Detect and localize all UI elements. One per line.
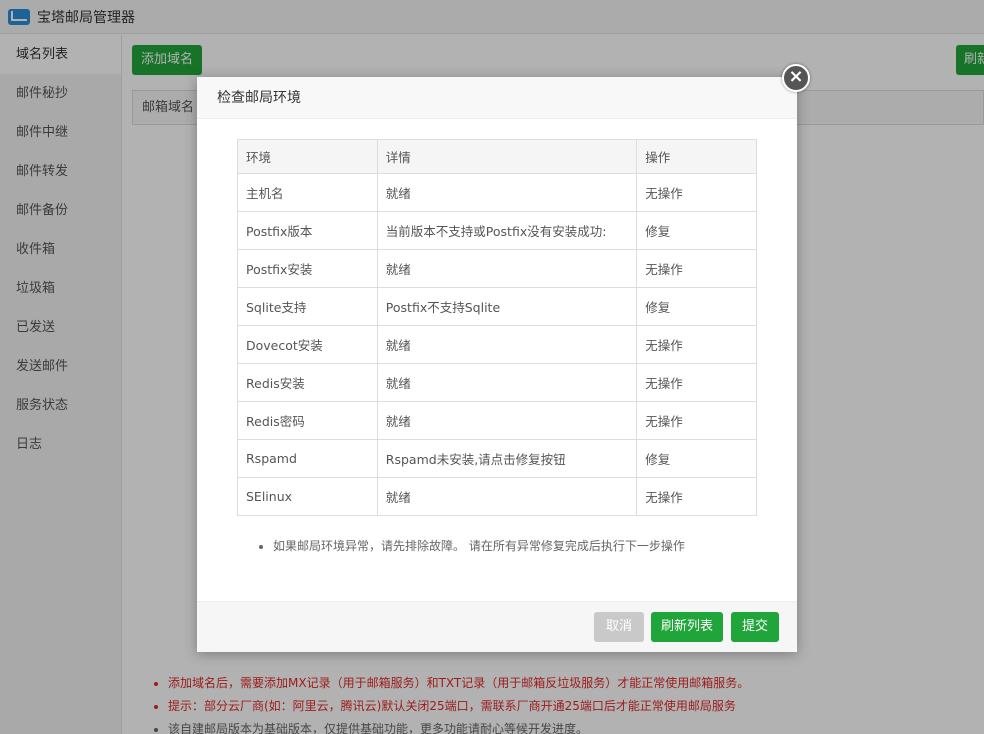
dialog-title: 检查邮局环境 xyxy=(197,77,797,119)
refresh-list-button[interactable]: 刷新列表 xyxy=(651,612,723,642)
table-row: Sqlite支持 Postfix不支持Sqlite 修复 xyxy=(237,287,757,326)
fix-link[interactable]: 修复 xyxy=(636,211,757,250)
env-name: SElinux xyxy=(237,477,378,516)
env-name: Redis密码 xyxy=(237,401,378,440)
env-name: Postfix安装 xyxy=(237,249,378,288)
cancel-button[interactable]: 取消 xyxy=(594,612,644,642)
table-header-row: 环境 详情 操作 xyxy=(237,139,757,174)
column-header-env: 环境 xyxy=(237,139,378,174)
env-action-text: 无操作 xyxy=(636,325,757,364)
env-detail: 就绪 xyxy=(376,173,638,212)
table-row: Redis安装 就绪 无操作 xyxy=(237,363,757,402)
column-header-action: 操作 xyxy=(636,139,757,174)
fix-link[interactable]: 修复 xyxy=(636,439,757,478)
env-detail: 就绪 xyxy=(376,249,638,288)
env-name: Postfix版本 xyxy=(237,211,378,250)
environment-table: 环境 详情 操作 主机名 就绪 无操作 Postfix版本 当前版本不支持或Po… xyxy=(237,139,757,516)
submit-button[interactable]: 提交 xyxy=(731,612,779,642)
table-row: SElinux 就绪 无操作 xyxy=(237,477,757,516)
dialog-footer: 取消 刷新列表 提交 xyxy=(197,601,797,652)
env-name: Rspamd xyxy=(237,439,378,478)
env-detail: Postfix不支持Sqlite xyxy=(376,287,638,326)
fix-link[interactable]: 修复 xyxy=(636,287,757,326)
env-action-text: 无操作 xyxy=(636,477,757,516)
check-environment-dialog: 检查邮局环境 环境 详情 操作 主机名 就绪 无操作 Postfix版本 当前版… xyxy=(197,77,797,652)
env-detail: 就绪 xyxy=(376,363,638,402)
env-name: 主机名 xyxy=(237,173,378,212)
table-row: Redis密码 就绪 无操作 xyxy=(237,401,757,440)
table-row: Postfix版本 当前版本不支持或Postfix没有安装成功: 修复 xyxy=(237,211,757,250)
column-header-detail: 详情 xyxy=(376,139,638,174)
tip-text: 如果邮局环境异常，请先排除故障。 请在所有异常修复完成后执行下一步操作 xyxy=(273,537,685,554)
env-detail: 就绪 xyxy=(376,325,638,364)
dialog-tip: 如果邮局环境异常，请先排除故障。 请在所有异常修复完成后执行下一步操作 xyxy=(255,537,685,554)
env-name: Sqlite支持 xyxy=(237,287,378,326)
table-row: Postfix安装 就绪 无操作 xyxy=(237,249,757,288)
env-action-text: 无操作 xyxy=(636,401,757,440)
env-action-text: 无操作 xyxy=(636,249,757,288)
env-detail: Rspamd未安装,请点击修复按钮 xyxy=(376,439,638,478)
env-action-text: 无操作 xyxy=(636,173,757,212)
env-detail: 就绪 xyxy=(376,477,638,516)
env-name: Dovecot安装 xyxy=(237,325,378,364)
env-name: Redis安装 xyxy=(237,363,378,402)
env-detail: 就绪 xyxy=(376,401,638,440)
table-row: Rspamd Rspamd未安装,请点击修复按钮 修复 xyxy=(237,439,757,478)
close-icon[interactable]: × xyxy=(782,64,810,92)
table-row: Dovecot安装 就绪 无操作 xyxy=(237,325,757,364)
table-row: 主机名 就绪 无操作 xyxy=(237,173,757,212)
env-action-text: 无操作 xyxy=(636,363,757,402)
env-detail: 当前版本不支持或Postfix没有安装成功: xyxy=(376,211,638,250)
